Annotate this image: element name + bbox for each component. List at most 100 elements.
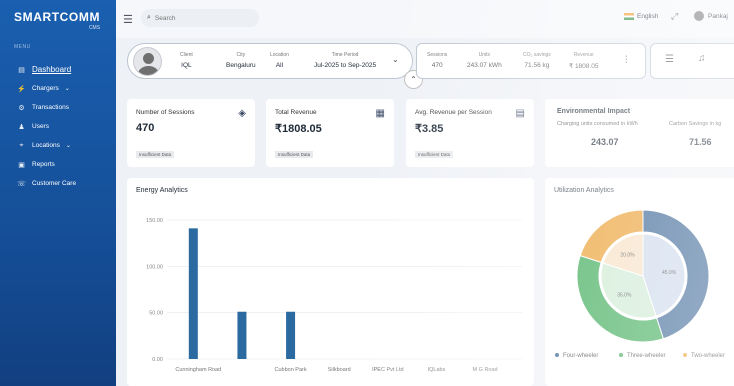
summary-label: Revenue	[573, 52, 594, 58]
bell-icon[interactable]: ♫	[698, 53, 706, 64]
y-tick-label: 100.00	[146, 264, 163, 270]
top-bar: ☰ ⌕ English ⤢ Pankaj	[116, 0, 734, 38]
summary-value: 71.56 kg	[524, 62, 550, 69]
chevron-down-icon: ⌄	[65, 143, 71, 149]
x-tick-label: Silkboard	[328, 367, 351, 373]
kpi-revenue-card: Total Revenue ₹1808.05 ▦ Insufficient Da…	[266, 99, 394, 167]
kpi-title: Number of Sessions	[136, 109, 195, 116]
charger-icon: ⚡	[17, 85, 26, 93]
data-label: 35.0%	[617, 293, 632, 299]
status-badge: Insufficient Data	[136, 151, 175, 158]
reports-icon: ▣	[18, 161, 25, 169]
sidebar-item-dashboard[interactable]: ▤ Dashboard	[0, 60, 116, 79]
kpi-title: Total Revenue	[275, 109, 317, 116]
filter-sliders-icon[interactable]: ⫶	[625, 55, 628, 66]
customer-care-icon: ☏	[17, 180, 26, 188]
utilization-analytics-card: Utilization Analytics 45.0% 35.0% 20.0% Fou…	[545, 178, 734, 386]
summary-value: ₹ 1808.05	[569, 63, 599, 70]
sidebar-item-label: Users	[32, 123, 49, 130]
sidebar: SMARTCOMM CMS MENU ▤ Dashboard ⚡ Charger…	[0, 0, 116, 386]
summary-label: CO₂ savings	[523, 52, 551, 58]
dashboard-icon: ▤	[18, 66, 25, 74]
layers-icon: ◈	[238, 108, 246, 119]
x-tick-label: Cunningham Road	[175, 367, 221, 373]
summary-value: 243.07 kWh	[467, 62, 502, 69]
status-badge: Insufficient Data	[415, 151, 454, 158]
card-title: Environmental Impact	[557, 108, 631, 115]
receipt-icon: ▦	[375, 108, 385, 119]
units-value: 243.07	[591, 137, 619, 147]
menu-toggle-icon[interactable]: ☰	[123, 13, 133, 26]
brand-name: SMARTCOMM	[14, 10, 101, 24]
sidebar-nav: ▤ Dashboard ⚡ Chargers ⌄ ⚙ Transactions …	[0, 60, 116, 193]
summary-label: Units	[478, 52, 491, 58]
energy-chart: 0.00 50.00 100.00 150.00 Cunningham Road Cubb…	[146, 218, 522, 373]
chevron-down-icon[interactable]: ⌄	[392, 55, 399, 64]
summary-value: 470	[431, 62, 443, 69]
language-selector[interactable]: English	[624, 13, 658, 20]
location-icon: ⌖	[19, 141, 24, 149]
language-label: English	[637, 13, 659, 20]
y-tick-label: 0.00	[152, 357, 163, 363]
chevron-down-icon: ⌄	[64, 86, 70, 92]
filter-client[interactable]: Client IQL	[180, 52, 193, 69]
x-tick-label: IPEC Pvt Ltd	[372, 367, 404, 373]
bar	[188, 228, 198, 359]
summary-label: Sessions	[427, 52, 448, 58]
utilization-chart: 45.0% 35.0% 20.0% Four-wheeler Three-wheeler…	[555, 209, 725, 359]
search-icon: ⌕	[147, 14, 151, 21]
transactions-icon: ⚙	[18, 104, 25, 112]
sidebar-item-chargers[interactable]: ⚡ Chargers ⌄	[0, 79, 116, 98]
search-input[interactable]	[154, 14, 245, 22]
carbon-value: 71.56	[689, 137, 712, 147]
search-box[interactable]: ⌕	[141, 9, 259, 27]
data-label: 45.0%	[662, 270, 677, 276]
sidebar-item-reports[interactable]: ▣ Reports	[0, 155, 116, 174]
x-tick-label: Cubbon Park	[275, 367, 307, 373]
x-tick-label: M G Road	[473, 367, 498, 373]
kpi-sessions-card: Number of Sessions 470 ◈ Insufficient Da…	[127, 99, 255, 167]
user-name: Pankaj	[708, 12, 728, 20]
client-avatar	[133, 47, 162, 76]
chevron-up-icon: ⌃	[410, 75, 417, 84]
sidebar-item-users[interactable]: ♟ Users	[0, 117, 116, 136]
actions-bar: ☰ ♫	[650, 43, 734, 79]
brand-logo[interactable]: SMARTCOMM CMS	[14, 10, 100, 31]
avatar	[694, 11, 704, 21]
sidebar-item-label: Customer Care	[32, 180, 77, 187]
user-menu[interactable]: Pankaj	[694, 11, 728, 21]
legend-swatch	[683, 353, 687, 357]
filter-label: Client	[180, 52, 193, 58]
summary-sessions: Sessions 470	[427, 52, 447, 69]
filter-location[interactable]: Location All	[270, 52, 289, 69]
y-tick-label: 150.00	[146, 218, 163, 224]
filter-value: Jul-2025 to Sep-2025	[314, 62, 377, 69]
filter-value: Bengaluru	[226, 62, 256, 69]
environmental-impact-card: Environmental Impact Charging units cons…	[545, 99, 734, 167]
filter-city[interactable]: City Bengaluru	[226, 52, 256, 69]
data-label: 20.0%	[620, 253, 635, 259]
summary-bar: Sessions 470 Units 243.07 kWh CO₂ saving…	[416, 43, 646, 79]
y-tick-label: 50.00	[149, 311, 163, 317]
fullscreen-icon[interactable]: ⤢	[671, 11, 678, 22]
sidebar-item-locations[interactable]: ⌖ Locations ⌄	[0, 136, 116, 155]
filter-bar[interactable]: Client IQL City Bengaluru Location All T…	[127, 43, 413, 79]
status-badge: Insufficient Data	[275, 151, 314, 158]
list-icon[interactable]: ☰	[665, 54, 674, 65]
sidebar-item-transactions[interactable]: ⚙ Transactions	[0, 98, 116, 117]
filter-value: IQL	[181, 62, 192, 69]
carbon-label: Carbon Savings in kg	[669, 121, 722, 127]
sidebar-item-label: Chargers	[32, 85, 59, 92]
sidebar-item-label: Locations	[32, 142, 60, 149]
sidebar-item-label: Reports	[32, 161, 55, 168]
users-icon: ♟	[18, 123, 25, 131]
bar	[286, 311, 296, 359]
invoice-icon: ▤	[515, 108, 525, 119]
kpi-value: ₹3.85	[415, 123, 444, 135]
filter-label: Location	[270, 52, 289, 58]
sidebar-item-customer-care[interactable]: ☏ Customer Care	[0, 174, 116, 193]
sidebar-item-label: Transactions	[32, 104, 69, 111]
filter-value: All	[275, 62, 284, 69]
filter-period[interactable]: Time Period Jul-2025 to Sep-2025	[314, 52, 376, 69]
summary-co2: CO₂ savings 71.56 kg	[523, 52, 551, 69]
